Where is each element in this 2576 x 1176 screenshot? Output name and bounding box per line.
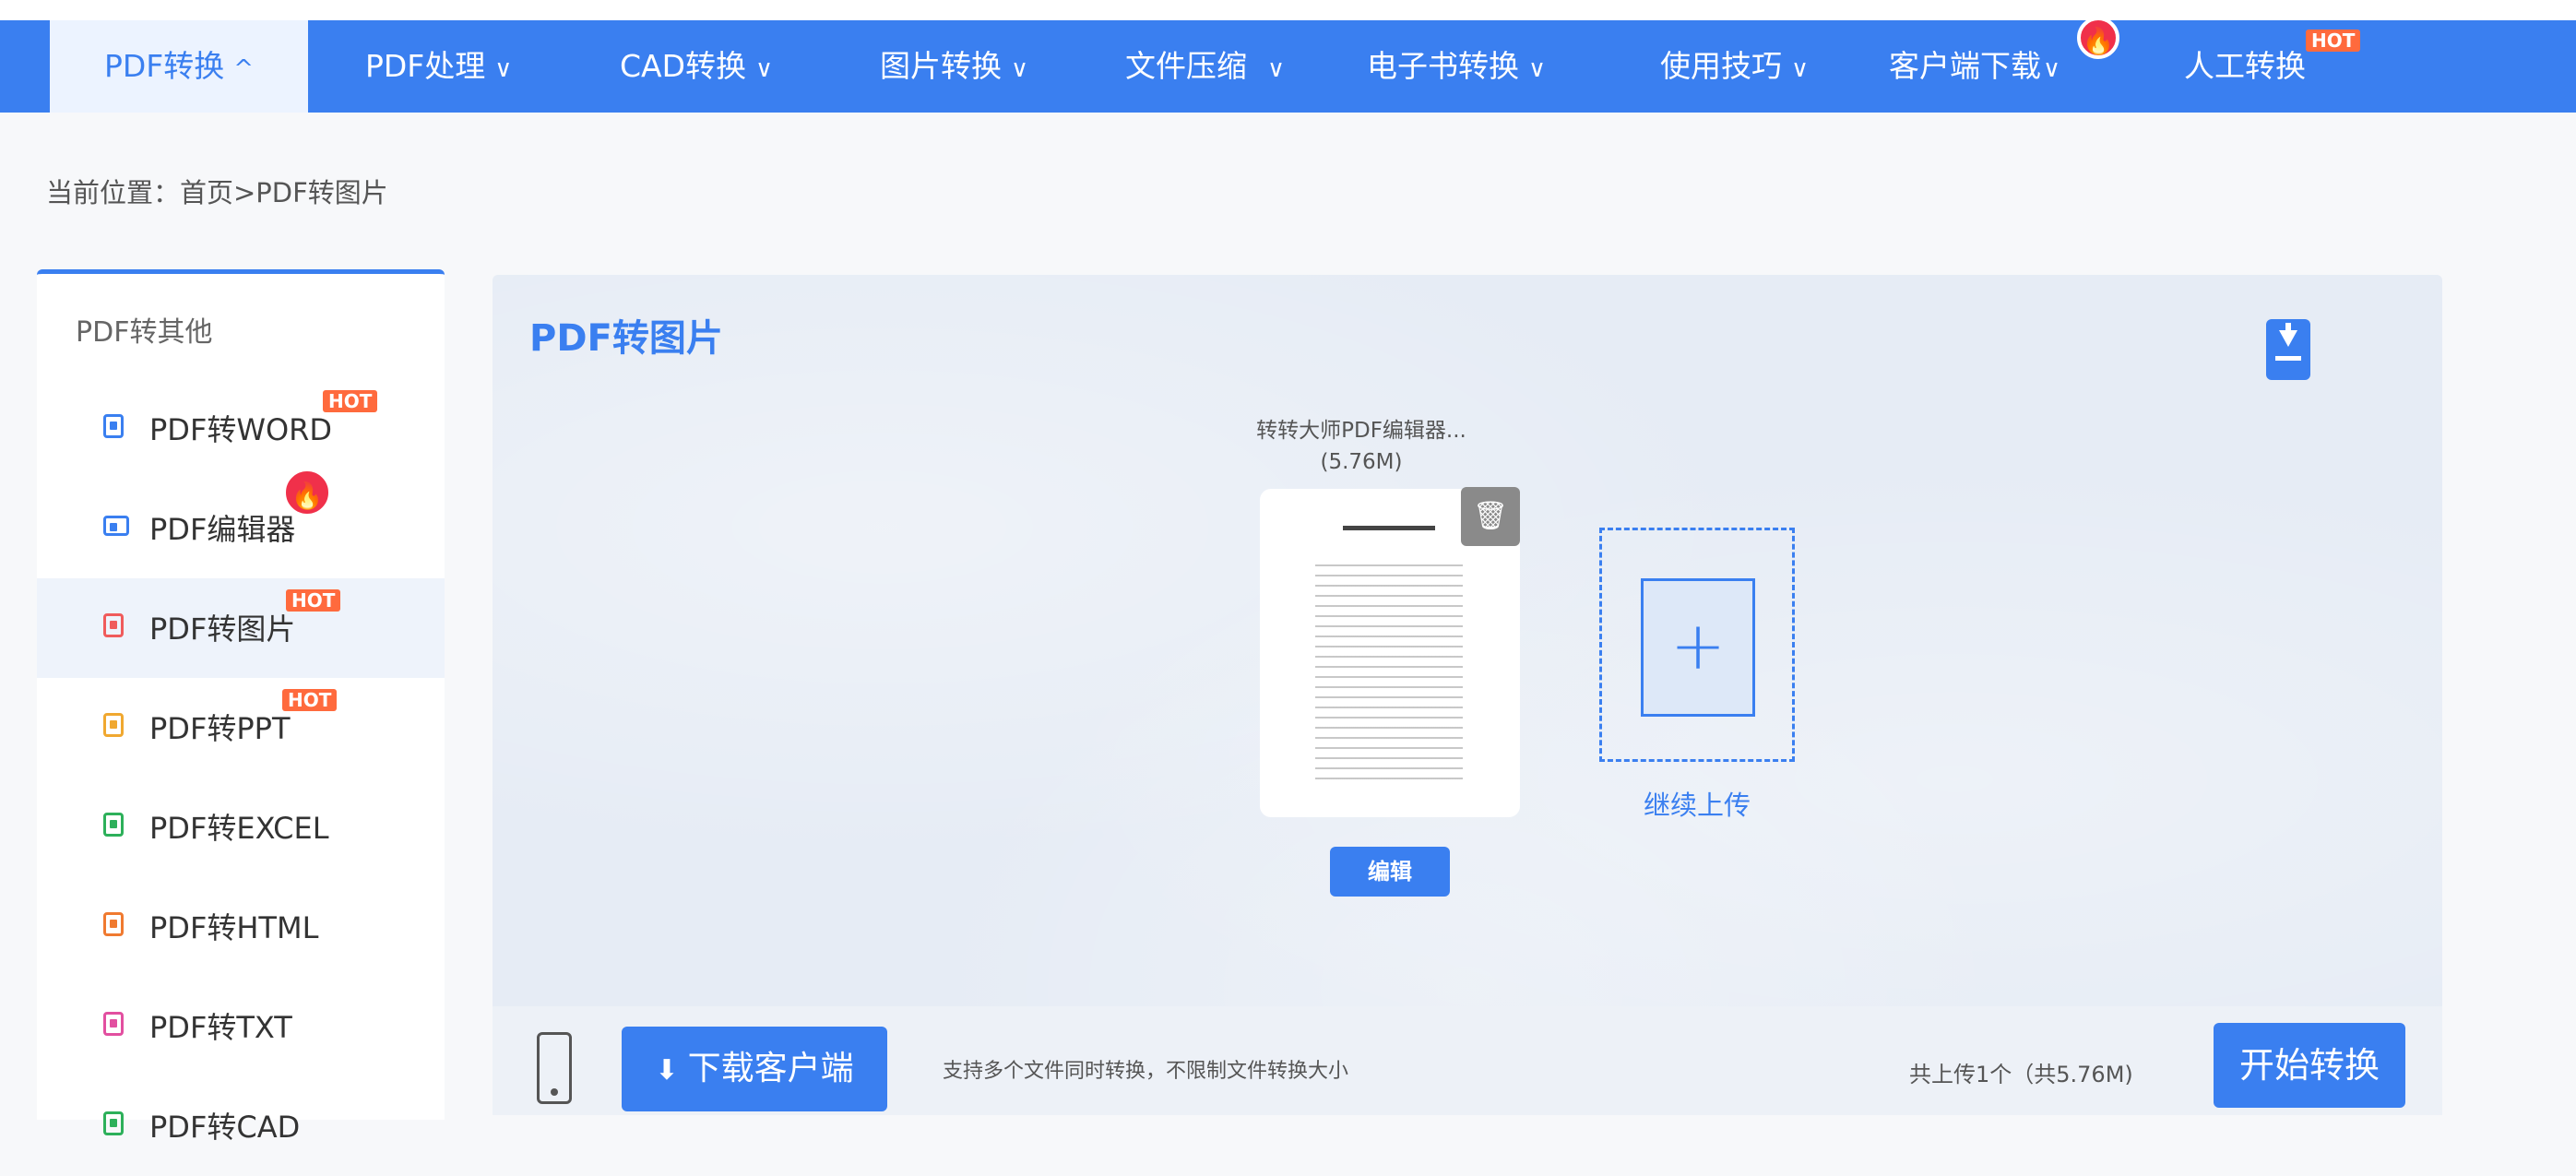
page-title: PDF转图片 bbox=[529, 317, 723, 360]
sidebar-item-label: PDF转CAD bbox=[149, 1110, 301, 1145]
chevron-down-icon: ∨ bbox=[2043, 55, 2061, 83]
nav-label: 图片转换 bbox=[880, 48, 1002, 84]
ppt-icon bbox=[103, 713, 124, 737]
fire-icon: 🔥 bbox=[282, 468, 332, 517]
bottom-toolbar: ⬇ 下载客户端 支持多个文件同时转换，不限制文件转换大小 共上传1个（共5.76M… bbox=[493, 1006, 2442, 1115]
nav-manual-convert[interactable]: 人工转换 bbox=[2184, 20, 2306, 113]
word-doc-icon bbox=[103, 414, 124, 438]
converter-panel: PDF转图片 转转大师PDF编辑器... (5.76M) 🗑 编辑 + 继续上传… bbox=[493, 275, 2442, 1115]
start-convert-button[interactable]: 开始转换 bbox=[2214, 1023, 2405, 1108]
hot-badge: HOT bbox=[286, 589, 341, 612]
continue-upload-label[interactable]: 继续上传 bbox=[1599, 784, 1795, 823]
excel-icon bbox=[103, 813, 124, 837]
sidebar-item-label: PDF编辑器 bbox=[149, 512, 296, 547]
nav-pdf-convert[interactable]: PDF转换 ^ bbox=[50, 20, 308, 113]
html-icon bbox=[103, 912, 124, 936]
nav-label: 客户端下载 bbox=[1889, 48, 2041, 84]
chevron-down-icon: ∨ bbox=[1267, 55, 1286, 83]
nav-file-compress[interactable]: 文件压缩 ∨ bbox=[1125, 20, 1285, 113]
nav-label: 人工转换 bbox=[2184, 48, 2306, 84]
sidebar-item-pdf-editor[interactable]: PDF编辑器 🔥 bbox=[37, 468, 445, 578]
sidebar-item-pdf-to-word[interactable]: PDF转WORD HOT bbox=[37, 379, 445, 479]
nav-label: 使用技巧 bbox=[1660, 48, 1782, 84]
sidebar-heading: PDF转其他 bbox=[76, 316, 213, 349]
edit-button[interactable]: 编辑 bbox=[1330, 847, 1450, 897]
sidebar-item-pdf-to-html[interactable]: PDF转HTML bbox=[37, 877, 445, 977]
chevron-down-icon: ∨ bbox=[494, 55, 513, 83]
top-strip bbox=[0, 0, 2576, 20]
chevron-down-icon: ∨ bbox=[755, 55, 774, 83]
chevron-up-icon: ^ bbox=[233, 55, 255, 83]
trash-icon[interactable]: 🗑 bbox=[1461, 487, 1520, 546]
add-file-button[interactable]: + bbox=[1641, 578, 1755, 717]
top-nav: PDF转换 ^ PDF处理 ∨ CAD转换 ∨ 图片转换 ∨ 文件压缩 ∨ 电子书转换 ∨ … bbox=[0, 17, 2576, 113]
nav-cad-convert[interactable]: CAD转换 ∨ bbox=[620, 20, 773, 113]
support-text: 支持多个文件同时转换，不限制文件转换大小 bbox=[943, 1060, 1349, 1083]
nav-label: PDF处理 bbox=[365, 48, 486, 84]
nav-ebook-convert[interactable]: 电子书转换 ∨ bbox=[1367, 20, 1546, 113]
nav-label: 电子书转换 bbox=[1367, 48, 1519, 84]
chevron-down-icon: ∨ bbox=[1528, 55, 1547, 83]
sidebar-item-pdf-to-excel[interactable]: PDF转EXCEL bbox=[37, 778, 445, 877]
sidebar-item-pdf-to-ppt[interactable]: PDF转PPT HOT bbox=[37, 678, 445, 778]
sidebar-item-label: PDF转HTML bbox=[149, 910, 319, 945]
sidebar-item-label: PDF转图片 bbox=[149, 612, 296, 647]
hot-badge: HOT bbox=[323, 390, 378, 412]
document-preview bbox=[1315, 528, 1463, 786]
download-client-label: 下载客户端 bbox=[687, 1050, 854, 1087]
plus-icon: + bbox=[1669, 607, 1727, 684]
sidebar-item-pdf-to-image[interactable]: PDF转图片 HOT bbox=[37, 578, 445, 678]
sidebar-item-label: PDF转WORD bbox=[149, 412, 333, 447]
upload-dropzone[interactable]: + bbox=[1599, 528, 1795, 762]
nav-pdf-process[interactable]: PDF处理 ∨ bbox=[365, 20, 512, 113]
image-icon bbox=[103, 613, 124, 637]
sidebar-item-label: PDF转EXCEL bbox=[149, 811, 329, 846]
sidebar: PDF转其他 PDF转WORD HOT PDF编辑器 🔥 PDF转图片 HOT … bbox=[37, 269, 445, 1145]
nav-label: CAD转换 bbox=[620, 48, 747, 84]
download-icon[interactable] bbox=[2266, 319, 2310, 380]
nav-client-download[interactable]: 客户端下载∨ bbox=[1889, 20, 2060, 113]
sidebar-item-label: PDF转TXT bbox=[149, 1010, 292, 1045]
download-client-button[interactable]: ⬇ 下载客户端 bbox=[622, 1027, 887, 1111]
nav-label: 文件压缩 bbox=[1125, 48, 1247, 84]
breadcrumb: 当前位置：首页>PDF转图片 bbox=[46, 177, 388, 208]
download-arrow-icon: ⬇ bbox=[655, 1054, 679, 1087]
upload-count: 共上传1个（共5.76M) bbox=[1909, 1062, 2133, 1087]
sidebar-item-label: PDF转PPT bbox=[149, 711, 291, 746]
monitor-icon bbox=[103, 516, 129, 536]
nav-tips[interactable]: 使用技巧 ∨ bbox=[1660, 20, 1809, 113]
nav-label: PDF转换 bbox=[103, 48, 225, 84]
chevron-down-icon: ∨ bbox=[1791, 55, 1810, 83]
chevron-down-icon: ∨ bbox=[1011, 55, 1029, 83]
sidebar-item-pdf-to-cad[interactable]: PDF转CAD bbox=[37, 1076, 445, 1176]
file-size: (5.76M) bbox=[1320, 450, 1403, 474]
file-name: 转转大师PDF编辑器... (5.76M) bbox=[1241, 415, 1481, 478]
sidebar-item-pdf-to-txt[interactable]: PDF转TXT bbox=[37, 977, 445, 1076]
phone-icon[interactable] bbox=[537, 1032, 572, 1104]
hot-badge: HOT bbox=[2306, 30, 2361, 52]
file-name-text: 转转大师PDF编辑器... bbox=[1256, 419, 1466, 443]
nav-image-convert[interactable]: 图片转换 ∨ bbox=[880, 20, 1028, 113]
hot-badge: HOT bbox=[282, 689, 338, 711]
txt-icon bbox=[103, 1012, 124, 1036]
fire-icon: 🔥 bbox=[2077, 17, 2119, 59]
